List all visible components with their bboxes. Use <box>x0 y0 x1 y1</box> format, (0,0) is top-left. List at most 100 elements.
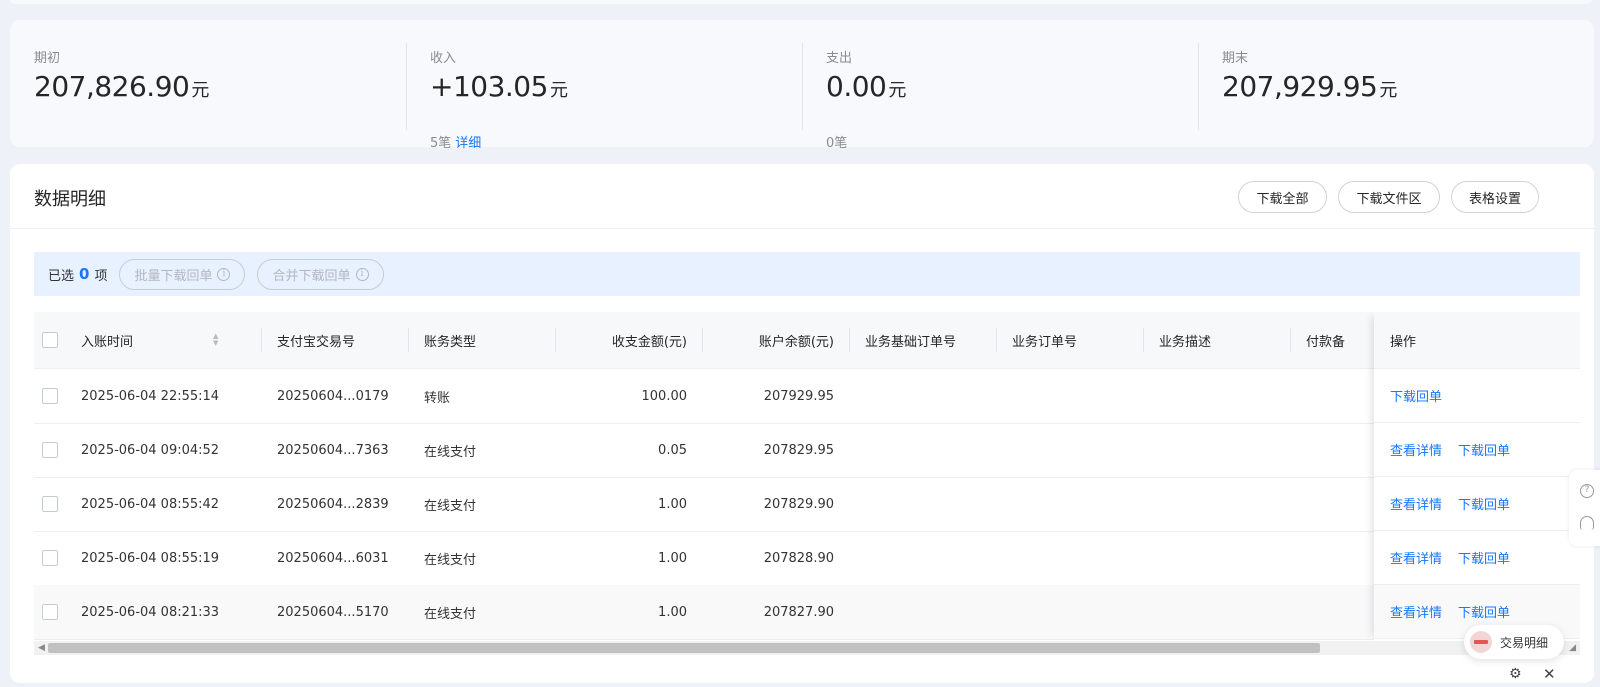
scroll-right-icon[interactable]: ◢ <box>1569 643 1576 653</box>
summary-closing: 期末 207,929.95 元 <box>1198 20 1594 147</box>
batch-download-button[interactable]: 批量下载回单 i <box>119 258 246 290</box>
table-settings-button[interactable]: 表格设置 <box>1451 181 1539 213</box>
column-divider[interactable] <box>555 328 556 352</box>
row-checkbox-cell <box>42 423 58 477</box>
selected-count: 0 <box>79 265 90 283</box>
view-detail-link[interactable]: 查看详情 <box>1390 494 1442 513</box>
cell-trade-no: 20250604...6031 <box>277 550 389 566</box>
view-detail-link[interactable]: 查看详情 <box>1390 602 1442 621</box>
info-icon: i <box>355 267 369 281</box>
summary-sub: 5笔 详细 <box>430 132 481 151</box>
cell-time: 2025-06-04 22:55:14 <box>81 388 220 404</box>
help-icon[interactable]: ? <box>1580 484 1594 498</box>
download-receipt-link[interactable]: 下载回单 <box>1458 548 1510 567</box>
download-receipt-link[interactable]: 下载回单 <box>1458 494 1510 513</box>
summary-unit: 元 <box>1379 80 1397 101</box>
selected-suffix: 项 <box>94 268 108 284</box>
cell-type: 转账 <box>424 390 451 406</box>
cell-type: 在线支付 <box>424 444 477 460</box>
operations-column: 操作 下载回单 查看详情 下载回单 查看详情 下载回单 查看详情 下载回单 查看… <box>1374 312 1580 641</box>
download-receipt-link[interactable]: 下载回单 <box>1458 440 1510 459</box>
table-row: 2025-06-04 08:55:42 20250604...2839 在线支付… <box>34 477 1580 532</box>
cell-balance: 207829.90 <box>763 496 834 512</box>
column-divider[interactable] <box>1290 328 1291 352</box>
sort-icon[interactable]: ▲ ▼ <box>213 333 218 347</box>
summary-sub: 0笔 <box>826 132 847 151</box>
column-divider[interactable] <box>849 328 850 352</box>
transactions-table: 入账时间 ▲ ▼ 支付宝交易号 账务类型 收支金额(元) 账户余额(元) 业务基础订… <box>34 312 1580 641</box>
side-toolbar: ? <box>1569 470 1600 546</box>
row-checkbox[interactable] <box>42 550 58 566</box>
table-row: 2025-06-04 08:21:33 20250604...5170 在线支付… <box>34 585 1580 640</box>
ops-cell: 下载回单 <box>1374 369 1580 423</box>
summary-amount: +103.05 <box>430 70 548 103</box>
download-all-button[interactable]: 下载全部 <box>1238 181 1327 213</box>
cell-amount: 1.00 <box>658 550 687 566</box>
summary-amount: 207,826.90 <box>34 70 190 103</box>
balance-summary: 期初 207,826.90 元 收入 +103.05 元 5笔 详细 支出 0.00 元… <box>10 20 1594 151</box>
chip-label: 交易明细 <box>1500 635 1549 650</box>
close-icon[interactable]: ✕ <box>1543 665 1556 683</box>
header-ops: 操作 <box>1374 312 1580 369</box>
headset-icon[interactable] <box>1580 516 1594 530</box>
summary-label: 收入 <box>430 51 457 66</box>
summary-value: 207,929.95 元 <box>1222 70 1397 103</box>
row-checkbox-cell <box>42 369 58 423</box>
summary-income: 收入 +103.05 元 5笔 详细 <box>406 20 802 151</box>
cell-amount: 100.00 <box>641 388 688 404</box>
table-header-row: 入账时间 ▲ ▼ 支付宝交易号 账务类型 收支金额(元) 账户余额(元) 业务基础订… <box>34 312 1580 369</box>
row-checkbox[interactable] <box>42 388 58 404</box>
header-trade-no: 支付宝交易号 <box>277 334 356 350</box>
selected-prefix: 已选 <box>48 268 75 284</box>
summary-label: 支出 <box>826 51 853 66</box>
summary-unit: 元 <box>888 80 906 101</box>
merge-download-button[interactable]: 合并下载回单 i <box>257 258 384 290</box>
summary-amount: 0.00 <box>826 70 887 103</box>
header-order: 业务订单号 <box>1012 334 1078 350</box>
income-count: 5笔 <box>430 136 452 151</box>
scroll-thumb[interactable] <box>48 643 1320 653</box>
detail-panel: 数据明细 下载全部 下载文件区 表格设置 已选 0 项 批量下载回单 i 合并下载… <box>10 164 1594 683</box>
summary-unit: 元 <box>549 80 568 101</box>
summary-unit: 元 <box>191 80 209 101</box>
info-icon: i <box>217 267 231 281</box>
selection-bar: 已选 0 项 批量下载回单 i 合并下载回单 i <box>34 252 1580 296</box>
row-checkbox[interactable] <box>42 604 58 620</box>
download-receipt-link[interactable]: 下载回单 <box>1390 386 1442 405</box>
summary-value: 207,826.90 元 <box>34 70 209 103</box>
column-divider[interactable] <box>408 328 409 352</box>
cell-amount: 1.00 <box>658 496 687 512</box>
header-time[interactable]: 入账时间 ▲ ▼ <box>81 312 251 368</box>
download-receipt-link[interactable]: 下载回单 <box>1458 602 1510 621</box>
ops-cell: 查看详情 下载回单 <box>1374 423 1580 477</box>
column-divider[interactable] <box>702 328 703 352</box>
summary-label: 期初 <box>34 51 61 66</box>
header-time-label: 入账时间 <box>81 334 134 350</box>
column-divider[interactable] <box>261 328 262 352</box>
select-all-checkbox[interactable] <box>42 332 58 348</box>
gear-icon[interactable]: ⚙ <box>1509 666 1522 682</box>
summary-opening: 期初 207,826.90 元 <box>10 20 406 147</box>
ops-cell: 查看详情 下载回单 <box>1374 477 1580 531</box>
cell-balance: 207827.90 <box>763 604 834 620</box>
cell-trade-no: 20250604...5170 <box>277 604 389 620</box>
cell-balance: 207829.95 <box>763 442 834 458</box>
top-strip <box>10 0 1592 4</box>
column-divider[interactable] <box>1143 328 1144 352</box>
table-row: 2025-06-04 22:55:14 20250604...0179 转账 1… <box>34 369 1580 424</box>
horizontal-scrollbar[interactable]: ◀ ◢ <box>34 641 1580 655</box>
row-checkbox[interactable] <box>42 442 58 458</box>
cell-type: 在线支付 <box>424 498 477 514</box>
row-checkbox[interactable] <box>42 496 58 512</box>
cell-time: 2025-06-04 09:04:52 <box>81 442 220 458</box>
column-divider[interactable] <box>996 328 997 352</box>
scroll-left-icon[interactable]: ◀ <box>38 643 45 653</box>
panel-title: 数据明细 <box>34 189 106 210</box>
download-area-button[interactable]: 下载文件区 <box>1338 181 1440 213</box>
view-detail-link[interactable]: 查看详情 <box>1390 440 1442 459</box>
income-detail-link[interactable]: 详细 <box>455 136 481 151</box>
cell-balance: 207929.95 <box>763 388 834 404</box>
transaction-detail-chip[interactable]: 交易明细 <box>1464 625 1564 659</box>
cell-time: 2025-06-04 08:55:19 <box>81 550 220 566</box>
view-detail-link[interactable]: 查看详情 <box>1390 548 1442 567</box>
